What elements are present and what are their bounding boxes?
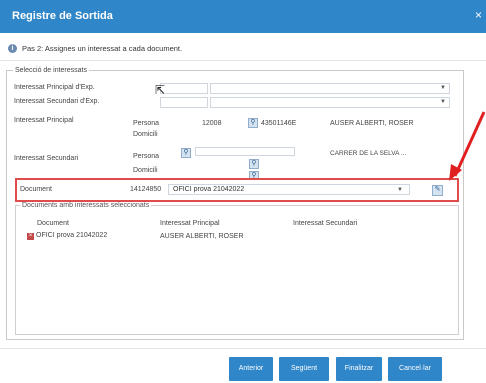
secundari-exp-label: Interessat Secundari d'Exp. [14,98,100,105]
table-row[interactable]: × OFICI prova 21042022 [27,232,107,240]
principal-domicili-label: Domicili [133,131,158,138]
secundari-domicili-label: Domicili [133,167,158,174]
interessats-legend: Selecció de interessats [15,67,87,74]
secundari-persona-label: Persona [133,153,160,160]
principal-name: AUSER ALBERTI, ROSER [330,120,414,127]
search-secundari-persona-button[interactable]: ⚲ [181,148,191,158]
document-label: Document [20,186,52,193]
principal-label: Interessat Principal [14,117,74,124]
principal-exp-label: Interessat Principal d'Exp. [14,84,95,91]
table-cell-document: OFICI prova 21042022 [36,232,108,239]
dialog-title: Registre de Sortida [12,10,113,22]
previous-button[interactable]: Anterior [229,357,273,381]
next-button[interactable]: Següent [279,357,329,381]
column-header-document: Document [37,220,69,227]
principal-exp-code-input[interactable] [160,83,208,94]
finish-button[interactable]: Finalitzar [336,357,382,381]
document-code: 14124850 [130,186,162,193]
principal-nif: 43501146E [261,120,297,127]
step-info: i Pas 2: Assignes un interessat a cada d… [8,42,182,54]
close-icon[interactable]: × [475,8,482,22]
search-secundari-domicili-button[interactable]: ⚲ [249,159,259,169]
document-select[interactable]: OFICI prova 21042022 [168,184,410,195]
principal-exp-select[interactable] [210,83,450,94]
chevron-down-icon[interactable]: ▼ [440,99,446,105]
chevron-down-icon[interactable]: ▼ [440,85,446,91]
table-cell-principal: AUSER ALBERTI, ROSER [160,233,244,240]
delete-icon[interactable]: × [27,233,34,240]
secundari-exp-code-input[interactable] [160,97,208,108]
secundari-exp-select[interactable] [210,97,450,108]
assigned-documents-fieldset: Documents amb interessats seleccionats [15,202,459,335]
mouse-cursor-icon: ⇱ [155,83,166,97]
cancel-button[interactable]: Cancel·lar [388,357,442,381]
principal-code: 12008 [202,120,222,127]
step-text: Pas 2: Assignes un interessat a cada doc… [22,43,183,53]
info-icon: i [8,43,17,53]
secundari-persona-input[interactable] [195,147,295,156]
divider [0,60,486,61]
divider [0,348,486,349]
assigned-documents-legend: Documents amb interessats seleccionats [22,202,150,209]
column-header-secundari: Interessat Secundari [293,220,358,227]
document-select-value: OFICI prova 21042022 [173,186,245,193]
principal-persona-label: Persona [133,120,160,127]
chevron-down-icon[interactable]: ▼ [397,187,403,193]
column-header-principal: Interessat Principal [160,220,220,227]
add-document-button[interactable]: ✎ [432,185,443,196]
secundari-label: Interessat Secundari [14,155,79,162]
dialog-titlebar: Registre de Sortida × [0,0,486,33]
search-principal-button[interactable]: ⚲ [248,118,258,128]
secundari-address: CARRER DE LA SELVA ... [330,150,407,157]
